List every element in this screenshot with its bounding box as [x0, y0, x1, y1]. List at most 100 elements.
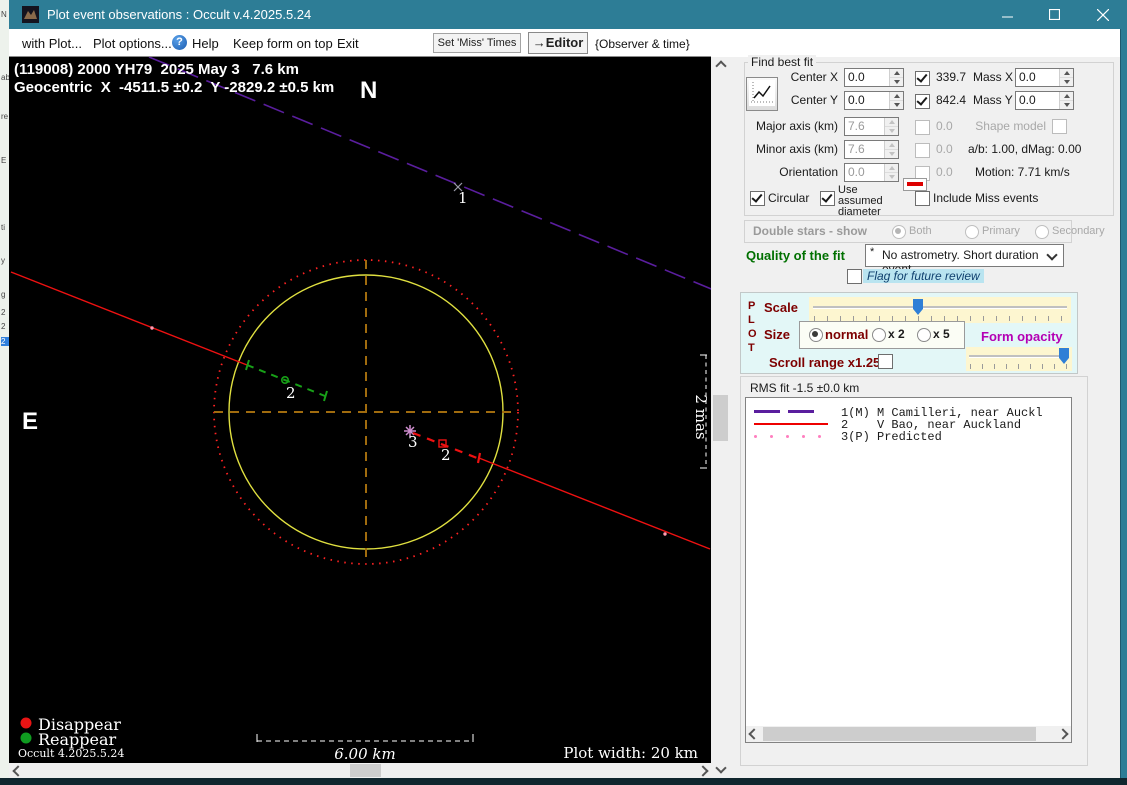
- minimize-button[interactable]: [985, 0, 1030, 29]
- spin-down-icon[interactable]: [1060, 76, 1073, 86]
- slider-groove: [813, 306, 1067, 309]
- editor-button[interactable]: →Editor: [528, 32, 588, 54]
- form-opacity-label: Form opacity: [981, 329, 1063, 344]
- plot-width-label: Plot width: 20 km: [563, 744, 698, 762]
- minor-axis-spinner: 7.6: [844, 140, 899, 159]
- scroll-left-button[interactable]: [9, 763, 26, 778]
- observer-row[interactable]: 3(P) Predicted: [746, 430, 1071, 442]
- strip-fragment: ab: [1, 73, 9, 82]
- plot-hscrollbar[interactable]: [9, 763, 711, 778]
- control-panel: Find best fit Center X 0.0 339.7 Mass X …: [730, 55, 1120, 778]
- secondary-label: Secondary: [1052, 225, 1105, 237]
- hscroll-thumb[interactable]: [350, 764, 381, 777]
- reappear-legend-dot: [20, 732, 32, 744]
- observer-list[interactable]: 1(M) M Camilleri, near Auckl 2 V Bao, ne…: [745, 397, 1072, 743]
- scale-slider-thumb[interactable]: [913, 299, 923, 315]
- fit-y-checkbox[interactable]: [915, 94, 930, 109]
- plot-vscrollbar[interactable]: [711, 57, 730, 776]
- plot-letter-p: P: [748, 300, 756, 312]
- chord-2-time-dot: [150, 326, 154, 330]
- slider-groove: [969, 355, 1069, 358]
- scale-slider[interactable]: [809, 297, 1071, 323]
- maximize-button[interactable]: [1032, 0, 1077, 29]
- observer-row[interactable]: 2 V Bao, near Auckland: [746, 418, 1071, 430]
- vscroll-thumb[interactable]: [713, 395, 728, 441]
- fit-x-checkbox[interactable]: [915, 71, 930, 86]
- observer-row[interactable]: 1(M) M Camilleri, near Auckl: [746, 406, 1071, 418]
- major-axis-aux: 0.0: [936, 119, 953, 133]
- primary-label: Primary: [982, 225, 1020, 237]
- scroll-range-checkbox[interactable]: [878, 354, 893, 369]
- scroll-right-button[interactable]: [694, 763, 711, 778]
- include-miss-checkbox[interactable]: [915, 191, 930, 206]
- major-axis-spinner: 7.6: [844, 117, 899, 136]
- plot-canvas[interactable]: 1 2 3 2 (119008) 2000 YH79 2025 May 3 7.…: [9, 56, 722, 763]
- flag-review-checkbox[interactable]: [847, 269, 862, 284]
- quality-fit-combobox[interactable]: * No astrometry. Short duration event: [865, 244, 1064, 276]
- size-x5-radio[interactable]: [917, 328, 931, 342]
- center-y-spinner[interactable]: 0.0: [844, 91, 904, 110]
- chord-colour-button[interactable]: [903, 178, 927, 191]
- slider-ticks: [970, 364, 1068, 369]
- set-miss-times-button[interactable]: Set 'Miss' Times: [433, 33, 521, 53]
- orientation-spinner: 0.0: [844, 163, 899, 182]
- scroll-down-button[interactable]: [711, 759, 730, 776]
- circular-checkbox[interactable]: [750, 191, 765, 206]
- menu-help[interactable]: Help: [192, 36, 219, 51]
- app-icon: [22, 6, 39, 23]
- secondary-radio: [1035, 225, 1049, 239]
- menu-exit[interactable]: Exit: [337, 36, 359, 51]
- observer-id: 1(M): [841, 406, 870, 418]
- chevron-right-icon: [696, 764, 709, 777]
- chevron-left-icon: [11, 764, 24, 777]
- orientation-aux: 0.0: [936, 165, 953, 179]
- scroll-up-button[interactable]: [711, 57, 730, 74]
- list-hscrollbar[interactable]: [746, 726, 1071, 742]
- version-label: Occult 4.2025.5.24: [18, 747, 124, 760]
- menu-plot-options[interactable]: Plot options...: [93, 36, 172, 51]
- chevron-up-icon: [714, 59, 727, 72]
- fit-x-value: 339.7: [936, 70, 967, 84]
- form-opacity-slider[interactable]: [966, 347, 1072, 371]
- predicted-dot-sample: [818, 435, 821, 438]
- motion-label: Motion: 7.71 km/s: [975, 165, 1070, 179]
- scroll-right-button[interactable]: [1055, 726, 1071, 742]
- spin-down-icon[interactable]: [890, 76, 903, 86]
- predicted-dot-sample: [770, 435, 773, 438]
- maximize-icon: [1049, 9, 1060, 20]
- fit-y-value: 842.4: [936, 93, 967, 107]
- chord-1-line-sample: [788, 410, 814, 413]
- scroll-left-button[interactable]: [746, 726, 762, 742]
- opacity-slider-thumb[interactable]: [1059, 348, 1069, 364]
- predicted-dot-sample: [754, 435, 757, 438]
- both-radio: [892, 225, 906, 239]
- use-assumed-checkbox[interactable]: [820, 191, 835, 206]
- size-x2-radio[interactable]: [872, 328, 886, 342]
- menubar: with Plot... Plot options... ? Help Keep…: [9, 29, 1127, 57]
- plot-letter-l: L: [748, 314, 755, 326]
- mass-x-label: Mass X: [973, 70, 1014, 84]
- spin-down-icon[interactable]: [890, 99, 903, 109]
- double-stars-title: Double stars - show: [753, 224, 868, 238]
- mass-y-spinner[interactable]: 0.0: [1015, 91, 1074, 110]
- titlebar[interactable]: Plot event observations : Occult v.4.202…: [9, 0, 1127, 29]
- close-button[interactable]: [1080, 0, 1125, 29]
- mass-x-spinner[interactable]: 0.0: [1015, 68, 1074, 87]
- shape-model-checkbox[interactable]: [1052, 119, 1067, 134]
- center-x-label: Center X: [790, 70, 838, 84]
- spin-down-icon[interactable]: [1060, 99, 1073, 109]
- size-normal-radio[interactable]: [809, 328, 823, 342]
- chevron-left-icon: [748, 728, 760, 740]
- major-axis-fit-checkbox: [915, 120, 930, 135]
- rms-fit-label: RMS fit -1.5 ±0.0 km: [748, 381, 862, 395]
- list-hscroll-thumb[interactable]: [763, 727, 1036, 741]
- strip-fragment: y: [1, 256, 5, 265]
- strip-fragment: 2: [1, 322, 6, 331]
- menu-keep-on-top[interactable]: Keep form on top: [233, 36, 333, 51]
- major-axis-label: Major axis (km): [755, 119, 838, 133]
- minor-axis-fit-checkbox: [915, 143, 930, 158]
- strip-fragment: E: [1, 156, 7, 165]
- center-x-spinner[interactable]: 0.0: [844, 68, 904, 87]
- menu-with-plot[interactable]: with Plot...: [22, 36, 82, 51]
- use-assumed-label: Use assumed diameter: [838, 184, 883, 218]
